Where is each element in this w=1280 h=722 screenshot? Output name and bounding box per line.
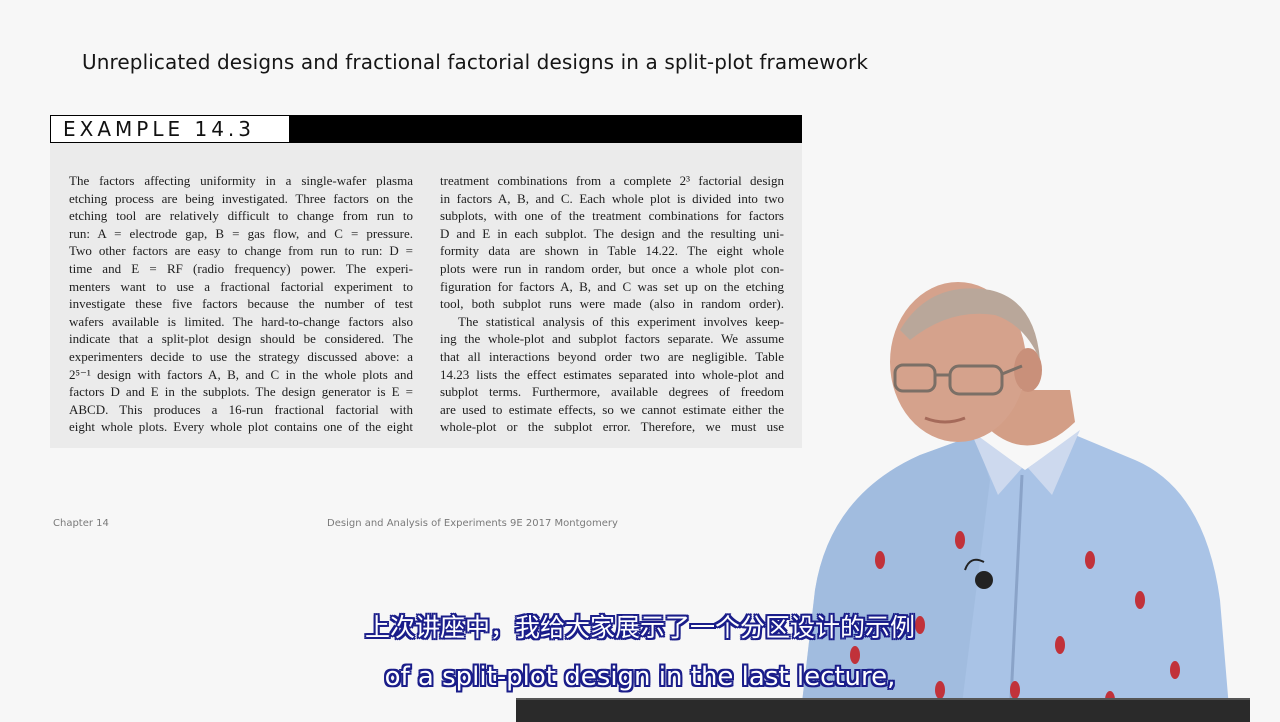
text-line: time and E = RF (radio frequency) power.…: [69, 260, 413, 276]
text-line: in factors A, B, and C. Each whole plot …: [440, 190, 784, 206]
text-line: subplots, with one of the treatment comb…: [440, 208, 784, 224]
text-line: 14.23 lists the effect estimates separat…: [440, 366, 784, 382]
example-left-column: The factors affecting uniformity in a si…: [69, 172, 413, 436]
text-line: subplot terms. Furthermore, available de…: [440, 384, 784, 400]
text-line: D and E in each subplot. The design and …: [440, 225, 784, 241]
text-line: plots were run in random order, but once…: [440, 260, 784, 276]
example-label: EXAMPLE 14.3: [50, 115, 290, 143]
text-line: whole-plot or the subplot error. Therefo…: [440, 419, 784, 435]
subtitle-english: of a split-plot design in the last lectu…: [384, 662, 896, 692]
text-line: etching process are being investigated. …: [69, 190, 413, 206]
text-line: figuration for factors A, B, and C was s…: [440, 278, 784, 294]
example-right-column: treatment combinations from a complete 2…: [440, 172, 784, 436]
footer-source: Design and Analysis of Experiments 9E 20…: [327, 518, 618, 529]
text-line: factors D and E in the subplots. The des…: [69, 384, 413, 400]
text-line: 2⁵⁻¹ design with factors A, B, and C in …: [69, 366, 413, 382]
text-line: ing the whole-plot and subplot factors s…: [440, 331, 784, 347]
text-line: tool, both subplot runs were made (also …: [440, 296, 784, 312]
text-line: are used to estimate effects, so we cann…: [440, 401, 784, 417]
desk: [516, 698, 1250, 722]
text-line: eight whole plots. Every whole plot cont…: [69, 419, 413, 435]
text-line: Two other factors are easy to change fro…: [69, 243, 413, 259]
text-line: run: A = electrode gap, B = gas flow, an…: [69, 225, 413, 241]
text-line: The factors affecting uniformity in a si…: [69, 173, 413, 188]
text-line: etching tool are relatively difficult to…: [69, 208, 413, 224]
text-line: treatment combinations from a complete 2…: [440, 173, 784, 188]
example-box: EXAMPLE 14.3 The factors affecting unifo…: [50, 115, 802, 448]
footer-chapter: Chapter 14: [53, 518, 109, 529]
text-line: indicate that a split-plot design should…: [69, 331, 413, 347]
text-line: experimenters decide to use the strategy…: [69, 348, 413, 364]
text-line: menters want to use a fractional factori…: [69, 278, 413, 294]
slide-title: Unreplicated designs and fractional fact…: [82, 50, 868, 74]
text-line: The statistical analysis of this experim…: [458, 313, 784, 329]
text-line: ABCD. This produces a 16-run fractional …: [69, 401, 413, 417]
subtitle-chinese: 上次讲座中，我给大家展示了一个分区设计的示例: [364, 613, 915, 642]
text-line: investigate these five factors because t…: [69, 296, 413, 312]
text-line: formity data are shown in Table 14.22. T…: [440, 243, 784, 259]
text-line: wafers available is limited. The hard-to…: [69, 313, 413, 329]
example-header-bar: EXAMPLE 14.3: [50, 115, 802, 143]
presenter-image: [800, 282, 1230, 720]
text-line: that all interactions beyond order two a…: [440, 348, 784, 364]
